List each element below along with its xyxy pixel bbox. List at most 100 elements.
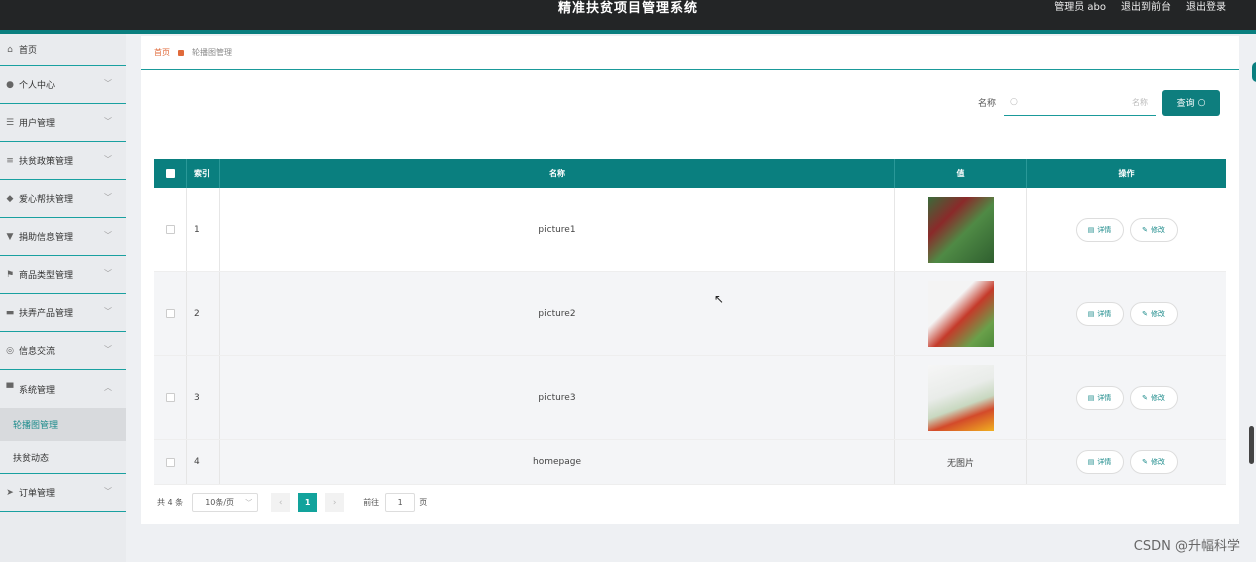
edit-button[interactable]: ✎ 修改 (1129, 301, 1178, 326)
row-name: picture3 (220, 356, 895, 439)
goto-label: 前往 (363, 498, 380, 507)
monitor-icon: ▀ (6, 384, 14, 394)
compass-icon: ◎ (6, 345, 14, 356)
page-size-select[interactable]: 10条/页 ﹀ (192, 493, 259, 512)
sidebar-item-label: 首页 (19, 46, 38, 56)
breadcrumb-separator-icon (178, 49, 184, 56)
sidebar-item-orders[interactable]: ➤ 订单管理 ﹀ (0, 474, 126, 512)
breadcrumb: 首页 轮播图管理 (141, 36, 1239, 70)
next-page-button[interactable]: › (325, 493, 345, 512)
chat-icon: ▼ (6, 231, 14, 242)
row-name: homepage (220, 440, 895, 484)
edit-button[interactable]: ✎ 修改 (1129, 385, 1178, 410)
chevron-down-icon: ﹀ (104, 345, 112, 354)
row-value: 无图片 (895, 440, 1027, 484)
send-icon: ➤ (6, 487, 14, 498)
detail-button-label: 详情 (1097, 225, 1112, 234)
edit-button[interactable]: ✎ 修改 (1129, 217, 1178, 242)
logout-link[interactable]: 退出登录 (1186, 0, 1226, 13)
sidebar-subitem-carousel[interactable]: 轮播图管理 (0, 408, 126, 441)
row-checkbox[interactable] (154, 188, 187, 271)
query-button-label: 查询 (1176, 99, 1195, 109)
header-action: 操作 (1118, 169, 1135, 178)
search-icon: ○ (1010, 97, 1018, 107)
breadcrumb-home[interactable]: 首页 (154, 47, 170, 58)
sidebar-item-personal[interactable]: ● 个人中心 ﹀ (0, 66, 126, 104)
sidebar-item-donation[interactable]: ▼ 捐助信息管理 ﹀ (0, 218, 126, 256)
edit-icon: ✎ (1142, 225, 1148, 234)
detail-button-label: 详情 (1097, 393, 1112, 402)
chevron-down-icon: ﹀ (104, 231, 112, 240)
chevron-down-icon: ﹀ (104, 155, 112, 164)
document-icon: ▤ (1087, 458, 1095, 466)
sidebar-item-label: 爱心帮扶管理 (19, 195, 74, 205)
top-bar: 精准扶贫项目管理系统 管理员 abo 退出到前台 退出登录 (0, 0, 1256, 30)
query-button[interactable]: 查询 ○ (1162, 89, 1220, 116)
box-icon: ▬ (5, 307, 15, 318)
list-icon: ≡ (6, 155, 14, 166)
row-checkbox[interactable] (154, 440, 187, 484)
back-to-front-link[interactable]: 退出到前台 (1121, 0, 1171, 13)
watermark: CSDN @升幅科学 (1133, 539, 1240, 554)
detail-button-label: 详情 (1097, 309, 1112, 318)
total-count: 共 4 条 (157, 498, 184, 507)
edit-button[interactable]: ✎ 修改 (1129, 450, 1178, 474)
sidebar-item-exchange[interactable]: ◎ 信息交流 ﹀ (0, 332, 126, 370)
row-thumbnail[interactable] (927, 196, 994, 263)
sliders-icon: ☰ (5, 117, 15, 128)
sidebar-item-product[interactable]: ▬ 扶弄产品管理 ﹀ (0, 294, 126, 332)
user-label: 管理员 abo (1054, 2, 1106, 13)
chevron-down-icon: ﹀ (104, 269, 112, 278)
breadcrumb-current: 轮播图管理 (192, 48, 232, 57)
sidebar-item-product-type[interactable]: ⚑ 商品类型管理 ﹀ (0, 256, 126, 294)
sidebar-item-home[interactable]: ⌂ 首页 (0, 34, 126, 66)
edit-button-label: 修改 (1150, 309, 1165, 318)
page-size-value: 10条/页 (205, 498, 235, 507)
row-index: 4 (187, 440, 220, 484)
table-header: 索引 名称 值 操作 (154, 159, 1226, 188)
side-handle[interactable] (1252, 62, 1256, 82)
prev-page-button[interactable]: ‹ (271, 493, 291, 512)
sidebar-subitem-label: 扶贫动态 (13, 453, 50, 464)
row-checkbox[interactable] (154, 272, 187, 355)
edit-icon: ✎ (1142, 393, 1148, 402)
goto-page-input[interactable]: 1 (385, 493, 416, 512)
sidebar-item-label: 个人中心 (19, 81, 56, 91)
table-row: 2 picture2 ▤ 详情 ✎ 修改 (154, 272, 1226, 356)
page-number-button[interactable]: 1 (298, 493, 318, 512)
chevron-down-icon: ﹀ (104, 193, 112, 202)
pin-icon: ◆ (6, 193, 14, 204)
search-input[interactable]: ○ 名称 (1004, 89, 1156, 116)
sidebar-item-help[interactable]: ◆ 爱心帮扶管理 ﹀ (0, 180, 126, 218)
detail-button[interactable]: ▤ 详情 (1075, 385, 1124, 410)
scrollbar-thumb[interactable] (1249, 426, 1254, 464)
detail-button[interactable]: ▤ 详情 (1075, 450, 1124, 474)
row-index: 1 (187, 188, 220, 271)
sidebar-item-label: 系统管理 (19, 385, 56, 396)
row-checkbox[interactable] (154, 356, 187, 439)
header-value: 值 (895, 159, 1027, 188)
header-name: 名称 (220, 159, 895, 188)
sidebar-item-system[interactable]: ▀ 系统管理 ︿ (0, 370, 126, 408)
table-row: 4 homepage 无图片 ▤ 详情 ✎ 修改 (154, 440, 1226, 485)
mouse-cursor-icon: ↖ (714, 292, 725, 306)
chevron-down-icon: ﹀ (104, 307, 112, 316)
sidebar-item-users[interactable]: ☰ 用户管理 ﹀ (0, 104, 126, 142)
sidebar-item-label: 信息交流 (19, 347, 56, 357)
detail-button[interactable]: ▤ 详情 (1075, 217, 1124, 242)
sidebar-item-label: 扶贫政策管理 (19, 157, 74, 167)
sidebar-subitem-news[interactable]: 扶贫动态 (0, 441, 126, 474)
edit-button-label: 修改 (1150, 225, 1165, 234)
detail-button[interactable]: ▤ 详情 (1075, 301, 1124, 326)
sidebar-item-policy[interactable]: ≡ 扶贫政策管理 ﹀ (0, 142, 126, 180)
row-name: picture2 (220, 272, 895, 355)
edit-icon: ✎ (1142, 458, 1148, 466)
sidebar-item-label: 捐助信息管理 (19, 233, 74, 243)
select-all-checkbox[interactable] (154, 159, 187, 188)
row-thumbnail[interactable] (927, 364, 994, 431)
row-index: 3 (187, 356, 220, 439)
document-icon: ▤ (1087, 225, 1095, 234)
edit-button-label: 修改 (1150, 393, 1165, 402)
document-icon: ▤ (1087, 393, 1095, 402)
row-thumbnail[interactable] (927, 280, 994, 347)
